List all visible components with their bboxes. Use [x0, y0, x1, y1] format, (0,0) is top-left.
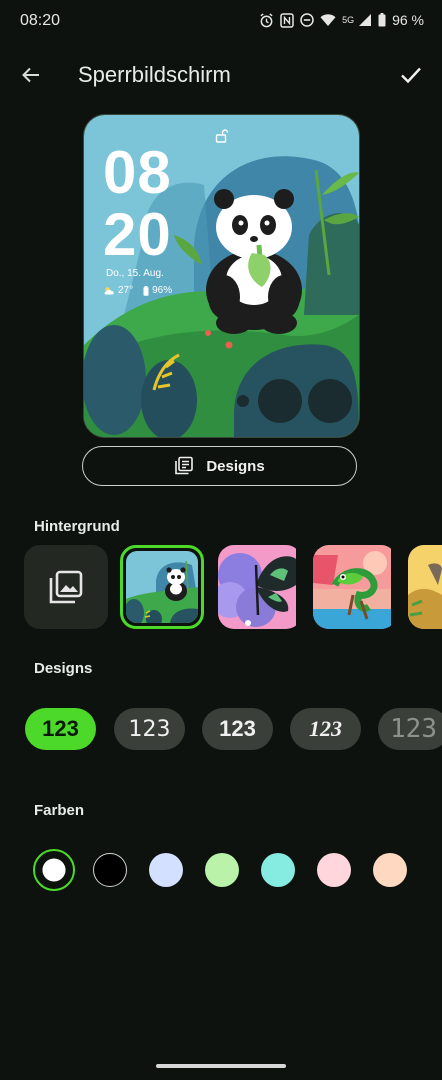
clock-style-label: 123	[219, 716, 256, 741]
color-swatch-pink[interactable]	[317, 853, 351, 887]
status-icons: 5G 96 %	[259, 12, 424, 28]
preview-status-row: 27° 96%	[104, 285, 172, 296]
section-title-background: Hintergrund	[34, 518, 120, 535]
preview-battery-icon	[143, 285, 149, 296]
arrow-back-icon	[22, 67, 39, 83]
status-time: 08:20	[20, 12, 61, 29]
preview-clock-hour: 08	[103, 139, 172, 206]
confirm-button[interactable]	[394, 58, 428, 92]
image-gallery-icon	[49, 570, 83, 604]
unlock-icon	[215, 129, 229, 143]
status-bar: 08:20 5G 96 %	[0, 0, 442, 44]
clock-style-label: 123	[309, 716, 342, 741]
section-title-designs: Designs	[34, 660, 93, 677]
wallpaper-chameleon-thumb	[313, 545, 391, 629]
clock-style-label: 123	[390, 714, 437, 744]
gesture-nav-bar[interactable]	[156, 1064, 286, 1068]
nfc-icon	[280, 12, 294, 28]
clock-style-1[interactable]: 123	[25, 708, 96, 750]
signal-icon	[359, 14, 372, 26]
wifi-icon	[320, 14, 336, 26]
clock-style-label: 123	[42, 716, 79, 741]
preview-clock: 08 20	[103, 142, 172, 266]
preview-date: Do., 15. Aug.	[106, 268, 164, 279]
designs-button[interactable]: Designs	[82, 446, 357, 486]
clock-style-5[interactable]: 123	[378, 708, 442, 750]
battery-percent: 96 %	[392, 12, 424, 28]
color-swatch-green[interactable]	[205, 853, 239, 887]
wallpaper-butterfly-thumb	[218, 545, 296, 629]
library-icon	[175, 456, 194, 475]
wallpaper-chameleon[interactable]	[313, 545, 397, 629]
check-icon	[401, 67, 421, 84]
designs-button-label: Designs	[206, 457, 265, 475]
clock-style-2[interactable]: 123	[114, 708, 185, 750]
wallpaper-panda-thumb	[126, 551, 198, 623]
wallpaper-butterfly[interactable]	[218, 545, 302, 629]
color-swatch-peach[interactable]	[373, 853, 407, 887]
wallpaper-gallery-picker[interactable]	[24, 545, 108, 629]
alarm-icon	[260, 12, 273, 27]
clock-style-4[interactable]: 123	[290, 708, 361, 750]
preview-clock-minute: 20	[103, 201, 172, 268]
color-swatch-white[interactable]	[42, 858, 66, 882]
wallpaper-panda-selected[interactable]	[120, 545, 204, 629]
clock-style-3[interactable]: 123	[202, 708, 273, 750]
page-title: Sperrbildschirm	[78, 62, 231, 87]
battery-icon	[378, 13, 386, 27]
color-swatch-blue[interactable]	[149, 853, 183, 887]
color-swatch-teal[interactable]	[261, 853, 295, 887]
back-button[interactable]	[14, 58, 48, 92]
dnd-icon	[300, 13, 314, 27]
wallpaper-partial[interactable]	[408, 545, 442, 629]
wallpaper-partial-thumb	[408, 545, 442, 629]
preview-temperature: 27°	[118, 285, 134, 296]
color-swatch-black[interactable]	[93, 853, 127, 887]
weather-cloud-icon	[104, 287, 114, 295]
preview-battery: 96%	[152, 285, 173, 296]
clock-style-label: 123	[128, 716, 171, 742]
network-type: 5G	[342, 15, 355, 25]
section-title-colors: Farben	[34, 802, 85, 819]
